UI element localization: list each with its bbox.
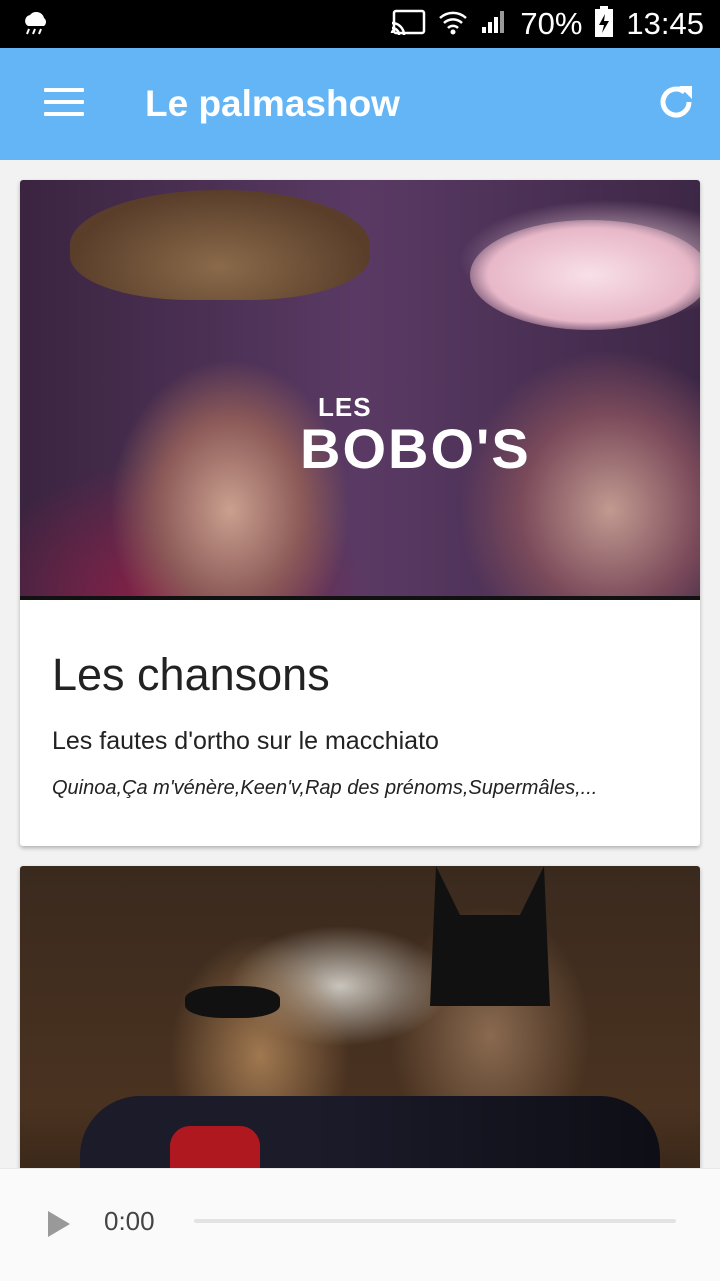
hat-shape	[70, 190, 370, 300]
hamburger-menu-icon[interactable]	[44, 88, 84, 120]
clock: 13:45	[626, 6, 704, 41]
signal-icon	[480, 9, 508, 40]
cast-icon	[390, 9, 426, 40]
card-thumbnail-image: LES BOBO'S	[20, 180, 700, 600]
robin-mask-shape	[185, 986, 280, 1018]
card-note: Quinoa,Ça m'vénère,Keen'v,Rap des prénom…	[52, 777, 598, 799]
app-title: Le palmashow	[145, 83, 400, 124]
card-subtitle: Les fautes d'ortho sur le macchiato	[52, 727, 439, 755]
app-bar: Le palmashow	[0, 48, 720, 160]
audio-player: 0:00	[0, 1168, 720, 1281]
card-title: Les chansons	[52, 649, 330, 700]
progress-bar[interactable]	[194, 1219, 676, 1223]
thumbnail-text-large: BOBO'S	[300, 417, 531, 480]
card-les-chansons[interactable]: LES BOBO'S Les chansons Les fautes d'ort…	[20, 180, 700, 846]
refresh-icon[interactable]	[656, 82, 696, 127]
battery-percentage: 70%	[520, 6, 583, 41]
player-time: 0:00	[104, 1206, 155, 1236]
flower-crown-shape	[470, 220, 700, 330]
battery-charging-icon	[594, 5, 614, 43]
cloud-rain-icon	[20, 11, 50, 41]
bat-mask-shape	[430, 866, 550, 1006]
status-bar: 70% 13:45	[0, 0, 720, 48]
play-icon[interactable]	[46, 1209, 72, 1244]
wifi-icon	[438, 8, 468, 41]
